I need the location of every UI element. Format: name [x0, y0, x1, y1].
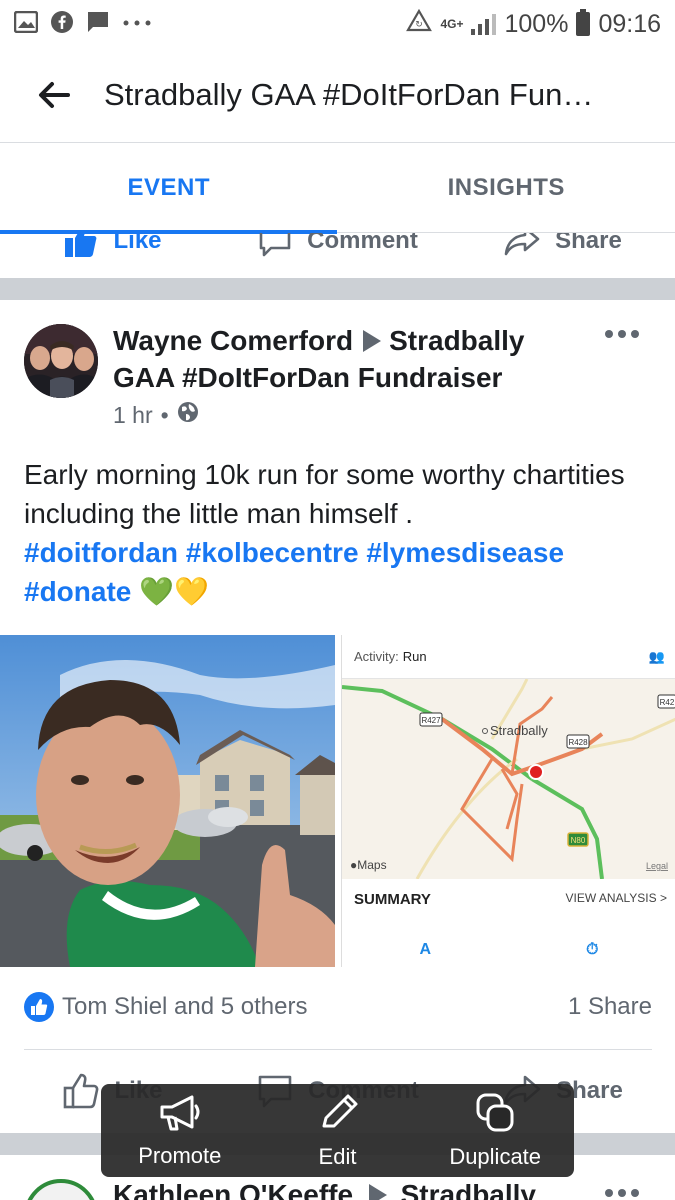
- post-timestamp[interactable]: 1 hr: [113, 402, 153, 429]
- route-map: Stradbally R427 R428 R42 N80 ●Maps Legal: [342, 679, 675, 879]
- apple-icon: ●: [350, 858, 357, 872]
- edit-button[interactable]: Edit: [259, 1084, 417, 1177]
- summary-row: SUMMARY VIEW ANALYSIS >: [354, 891, 667, 908]
- duplicate-icon: [476, 1093, 514, 1131]
- post-media: Activity: Run 👥 Stradbally R427 R428 R42…: [0, 635, 675, 967]
- duplicate-button[interactable]: Duplicate: [416, 1084, 574, 1177]
- promote-button[interactable]: Promote: [101, 1084, 259, 1177]
- megaphone-icon: [160, 1095, 200, 1130]
- chevron-right-icon: >: [659, 891, 667, 905]
- previous-share-button[interactable]: Share: [450, 233, 675, 257]
- view-analysis-link[interactable]: VIEW ANALYSIS >: [565, 891, 667, 908]
- next-post-header: Kathleen O'Keeffe Stradbally: [113, 1179, 536, 1200]
- hashtag-kolbecentre[interactable]: #kolbecentre: [186, 537, 359, 568]
- status-left-icons: [13, 10, 152, 39]
- previous-post-actions: Like Comment Share: [0, 233, 675, 278]
- facebook-icon: [50, 10, 74, 39]
- distance-icon: A: [419, 941, 432, 958]
- globe-icon: [177, 401, 199, 429]
- activity-value: Run: [402, 649, 427, 664]
- post-text: Early morning 10k run for some worthy ch…: [24, 455, 654, 611]
- hashtag-doitfordan[interactable]: #doitfordan: [24, 537, 178, 568]
- clock: 09:16: [598, 9, 661, 38]
- activity-map-card[interactable]: Activity: Run 👥 Stradbally R427 R428 R42…: [341, 635, 675, 967]
- selfie-photo[interactable]: [0, 635, 335, 967]
- road-label-n80: N80: [571, 836, 586, 845]
- post-message: Early morning 10k run for some worthy ch…: [24, 459, 625, 529]
- tab-bar: EVENT INSIGHTS: [0, 143, 675, 234]
- next-event-name[interactable]: Stradbally: [401, 1179, 536, 1200]
- signal-icon: [471, 13, 497, 35]
- network-type: 4G+: [440, 17, 464, 31]
- author-name[interactable]: Wayne Comerford: [113, 325, 353, 356]
- previous-share-label: Share: [555, 233, 622, 254]
- hashtag-lymesdisease[interactable]: #lymesdisease: [366, 537, 564, 568]
- previous-comment-label: Comment: [307, 233, 418, 254]
- like-filled-icon: [65, 233, 97, 257]
- shared-to-arrow-icon: [363, 330, 382, 352]
- promote-label: Promote: [138, 1142, 222, 1168]
- tab-insights[interactable]: INSIGHTS: [338, 143, 675, 232]
- summary-label: SUMMARY: [354, 891, 431, 908]
- next-post-options-button[interactable]: [605, 1189, 639, 1197]
- reactions-count[interactable]: Tom Shiel and 5 others: [62, 993, 307, 1021]
- battery-percent: 100%: [504, 9, 569, 38]
- hashtag-donate[interactable]: #donate: [24, 576, 131, 607]
- share-icon: [504, 233, 540, 256]
- post-meta: 1 hr •: [113, 401, 199, 429]
- feed-separator: [0, 278, 675, 300]
- summary-icons: A ⏱: [342, 941, 675, 959]
- status-bar: ↻ 4G+ 100% 09:16: [0, 0, 675, 48]
- previous-like-label: Like: [113, 233, 162, 254]
- people-icon: 👥: [648, 648, 665, 664]
- status-right: ↻ 4G+ 100% 09:16: [406, 8, 661, 40]
- tab-event[interactable]: EVENT: [0, 143, 338, 232]
- back-arrow-icon: [39, 82, 70, 108]
- map-place-label: Stradbally: [490, 723, 548, 738]
- gallery-icon: [13, 10, 39, 38]
- shared-to-arrow-icon: [368, 1184, 387, 1200]
- previous-like-button[interactable]: Like: [0, 233, 225, 259]
- reactions-divider: [24, 1049, 652, 1050]
- activity-header: Activity: Run 👥: [342, 635, 675, 679]
- heart-emoji: 💚💛: [139, 576, 209, 607]
- view-analysis-label: VIEW ANALYSIS: [565, 891, 657, 905]
- battery-icon: [576, 9, 591, 36]
- pencil-icon: [322, 1094, 357, 1127]
- like-reaction-icon: [24, 992, 54, 1022]
- svg-text:↻: ↻: [416, 20, 424, 30]
- activity-label: Activity:: [354, 649, 399, 664]
- stopwatch-icon: ⏱: [586, 941, 599, 958]
- legal-link[interactable]: Legal: [646, 861, 668, 871]
- floating-action-bar: Promote Edit Duplicate: [101, 1084, 574, 1177]
- road-label-r42: R42: [660, 698, 675, 707]
- road-label-r428: R428: [568, 738, 588, 747]
- post-header: Wayne Comerford Stradbally GAA #DoItForDa…: [113, 322, 593, 396]
- next-author-name[interactable]: Kathleen O'Keeffe: [113, 1179, 353, 1200]
- more-dots-icon: [122, 15, 152, 33]
- post-options-button[interactable]: [605, 330, 639, 338]
- road-label-r427: R427: [421, 716, 441, 725]
- comment-icon: [259, 233, 291, 257]
- reactions-bar: Tom Shiel and 5 others 1 Share: [24, 985, 652, 1029]
- maps-label: Maps: [357, 858, 386, 872]
- app-header: Stradbally GAA #DoItForDan Fun…: [0, 48, 675, 143]
- back-button[interactable]: [30, 71, 78, 119]
- maps-attribution: ●Maps: [350, 858, 387, 872]
- page-title: Stradbally GAA #DoItForDan Fun…: [104, 77, 594, 112]
- author-avatar[interactable]: [24, 324, 98, 398]
- next-author-avatar[interactable]: [24, 1179, 98, 1200]
- edit-label: Edit: [318, 1143, 357, 1169]
- duplicate-label: Duplicate: [449, 1143, 542, 1169]
- shares-count[interactable]: 1 Share: [568, 993, 652, 1021]
- previous-comment-button[interactable]: Comment: [225, 233, 450, 258]
- data-saver-icon: ↻: [406, 8, 433, 40]
- meta-separator: •: [160, 401, 169, 428]
- message-icon: [86, 10, 110, 39]
- like-icon: [64, 1073, 99, 1109]
